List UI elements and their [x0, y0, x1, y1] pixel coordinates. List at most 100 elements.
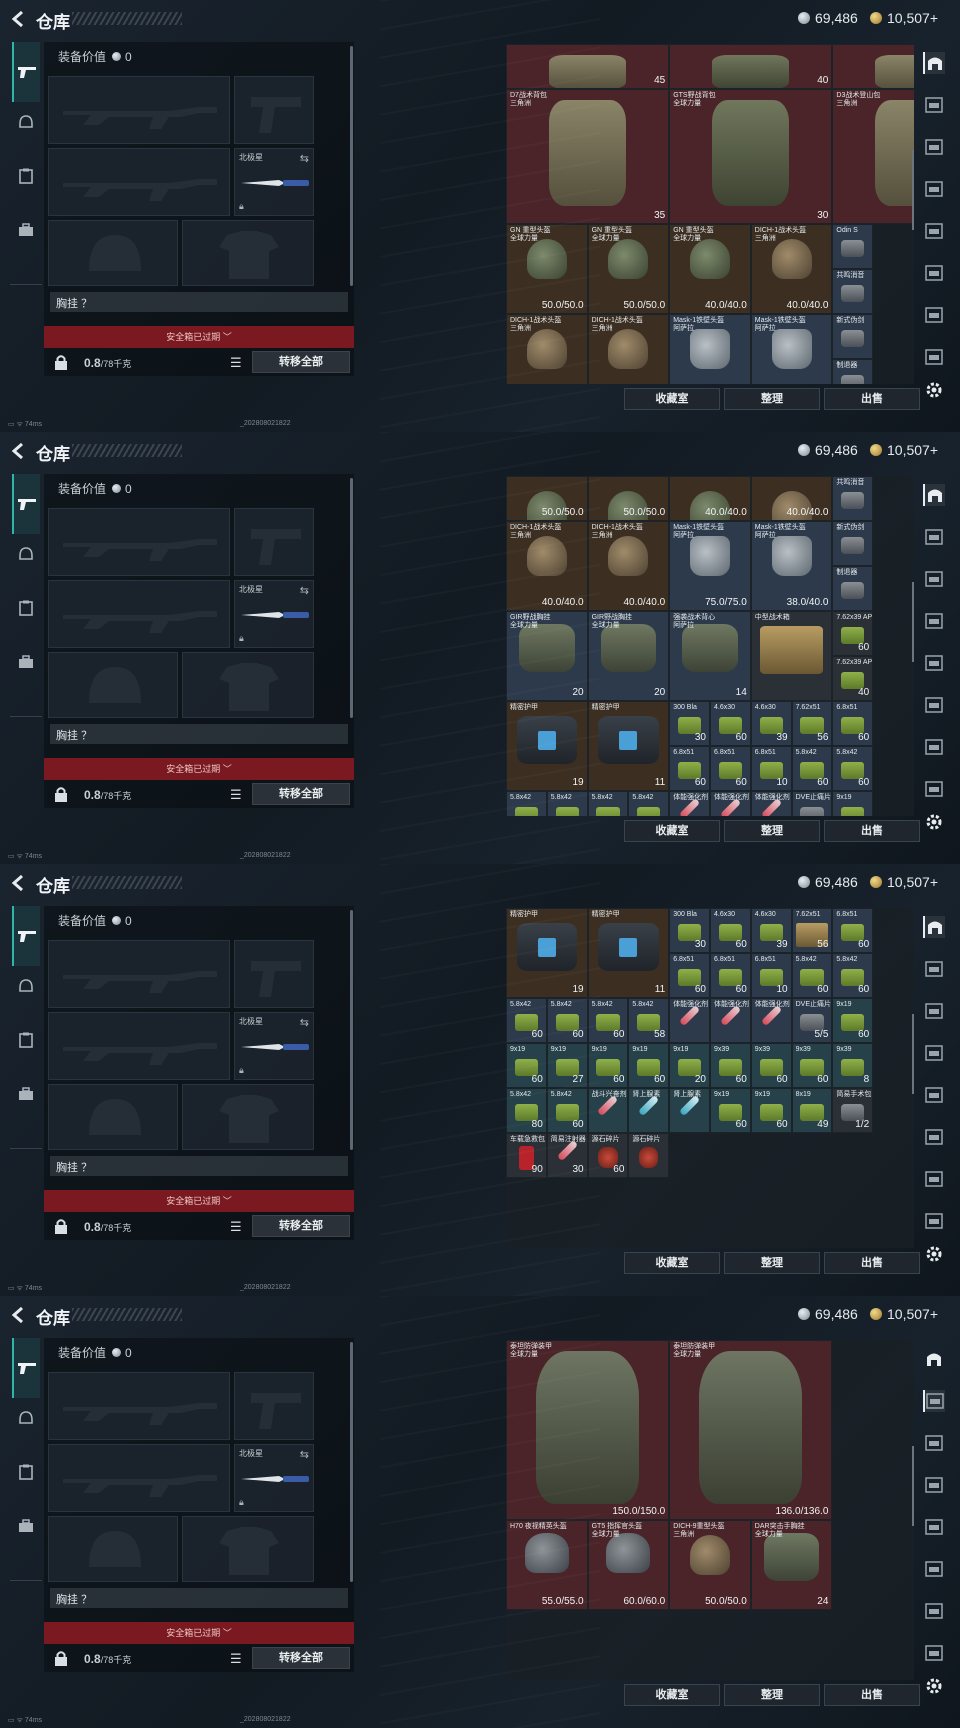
inventory-item[interactable]: 5.8x42 60	[791, 953, 833, 998]
inventory-tab-icon[interactable]	[923, 568, 945, 590]
sell-button[interactable]: 出售	[824, 1252, 920, 1274]
inventory-item[interactable]: 5.8x42 80	[506, 1088, 547, 1133]
inventory-item[interactable]: 肾上腺素	[669, 1088, 710, 1133]
collection-button[interactable]: 收藏室	[624, 1252, 720, 1274]
inventory-item[interactable]: 9x19	[832, 791, 874, 816]
tab-gear[interactable]	[12, 108, 40, 136]
gold-currency[interactable]: 10,507+	[870, 874, 938, 890]
equipment-scrollbar[interactable]	[350, 1342, 353, 1582]
transfer-all-button[interactable]: 转移全部	[252, 1215, 350, 1237]
chest-rig-slot[interactable]: 胸挂 ？	[50, 1156, 348, 1176]
transfer-all-button[interactable]: 转移全部	[252, 783, 350, 805]
inventory-item[interactable]: 共鸣消音	[832, 476, 874, 521]
inventory-tab-icon[interactable]	[923, 736, 945, 758]
collection-button[interactable]: 收藏室	[624, 820, 720, 842]
chest-rig-slot[interactable]: 胸挂 ？	[50, 292, 348, 312]
armor-slot[interactable]	[182, 220, 314, 286]
inventory-item[interactable]: 5.8x42	[546, 791, 588, 816]
gear-icon[interactable]	[924, 812, 944, 832]
inventory-item[interactable]: 精密护甲 11	[587, 908, 670, 998]
inventory-item[interactable]: DICH-1战术头盔 三角洲 40.0/40.0	[587, 521, 670, 611]
inventory-item[interactable]: 精密护甲 11	[587, 701, 670, 791]
inventory-item[interactable]: 5.8x42 60	[546, 1088, 588, 1133]
inventory-tab-icon[interactable]	[923, 220, 945, 242]
inventory-item[interactable]: 5.8x42 60	[546, 998, 588, 1043]
primary-weapon-slot[interactable]	[48, 508, 230, 576]
inventory-item[interactable]: 9x39 8	[832, 1043, 874, 1088]
safe-box-expired-banner[interactable]: 安全箱已过期 ﹀	[44, 1622, 354, 1644]
inventory-item[interactable]: 新式伪剑	[832, 521, 874, 566]
sell-button[interactable]: 出售	[824, 388, 920, 410]
secondary-weapon-slot[interactable]	[48, 1444, 230, 1512]
tab-supplies[interactable]	[12, 1458, 40, 1486]
inventory-item[interactable]: Mask-1铁壁头盔 阿萨拉 38.0/40.0	[750, 521, 833, 611]
tab-weapons[interactable]	[12, 474, 40, 534]
gold-currency[interactable]: 10,507+	[870, 10, 938, 26]
helmet-slot[interactable]	[48, 652, 178, 718]
inventory-item[interactable]: 共鸣消音	[832, 269, 874, 314]
grid-scrollbar[interactable]	[912, 150, 914, 230]
inventory-tab-icon[interactable]	[923, 1474, 945, 1496]
list-icon[interactable]: ☰	[230, 787, 242, 803]
inventory-item[interactable]: 源石碎片 60	[587, 1133, 629, 1178]
inventory-item[interactable]: 精密护甲 19	[506, 701, 588, 791]
collection-button[interactable]: 收藏室	[624, 1684, 720, 1706]
lock-icon[interactable]	[54, 1650, 68, 1666]
inventory-item[interactable]: 简易注射器 30	[546, 1133, 588, 1178]
inventory-item[interactable]: 7.62x39 AP 60	[832, 611, 874, 656]
inventory-item[interactable]: 9x19 60	[832, 998, 874, 1043]
tab-cases[interactable]	[12, 1080, 40, 1108]
inventory-item[interactable]: 4.6x30 39	[750, 908, 792, 953]
inventory-item[interactable]: Mask-1铁壁头盔 阿萨拉 75.0/75.0	[669, 521, 751, 611]
inventory-item[interactable]: GN 重型头盔 全球力量 50.0/50.0	[506, 224, 588, 314]
inventory-item[interactable]: DICH-1战术头盔 三角洲 40.0/40.0	[506, 521, 588, 611]
inventory-item[interactable]: 50.0/50.0	[506, 476, 588, 521]
inventory-tab-icon[interactable]	[923, 1126, 945, 1148]
inventory-item[interactable]: 40	[832, 44, 914, 89]
inventory-tab-icon[interactable]	[923, 262, 945, 284]
inventory-item[interactable]: 9x39 60	[750, 1043, 792, 1088]
inventory-item[interactable]: 4.6x30 60	[710, 701, 751, 746]
safe-box-expired-banner[interactable]: 安全箱已过期 ﹀	[44, 326, 354, 348]
inventory-item[interactable]: 泰坦防弹装甲 全球力量 136.0/136.0	[669, 1340, 833, 1520]
melee-slot[interactable]: 北极星 ⇆ 🔒︎	[234, 580, 314, 648]
inventory-tab-icon[interactable]	[923, 610, 945, 632]
primary-weapon-slot[interactable]	[48, 76, 230, 144]
inventory-item[interactable]: 6.8x51 10	[750, 746, 792, 791]
lock-icon[interactable]	[54, 354, 68, 370]
lock-icon[interactable]	[54, 1218, 68, 1234]
inventory-item[interactable]: 战斗兴奋剂	[587, 1088, 629, 1133]
inventory-item[interactable]: 泰坦防弹装甲 全球力量 150.0/150.0	[506, 1340, 670, 1520]
sort-button[interactable]: 整理	[724, 1252, 820, 1274]
inventory-item[interactable]: 5.8x42 60	[506, 998, 547, 1043]
swap-icon[interactable]: ⇆	[300, 152, 309, 165]
tab-cases[interactable]	[12, 648, 40, 676]
secondary-weapon-slot[interactable]	[48, 1012, 230, 1080]
inventory-item[interactable]: 5.8x42 58	[628, 998, 670, 1043]
armor-slot[interactable]	[182, 1084, 314, 1150]
tab-supplies[interactable]	[12, 1026, 40, 1054]
inventory-item[interactable]: DVE止痛片	[791, 791, 833, 816]
inventory-item[interactable]: 体能强化剂	[750, 998, 792, 1043]
helmet-slot[interactable]	[48, 220, 178, 286]
inventory-tab-icon[interactable]	[923, 1042, 945, 1064]
grid-scrollbar[interactable]	[912, 1014, 914, 1094]
inventory-item[interactable]: 制退器	[832, 359, 874, 384]
inventory-tab-icon[interactable]	[923, 178, 945, 200]
inventory-item[interactable]: 8x19 49	[791, 1088, 833, 1133]
inventory-tab-icon[interactable]	[923, 1084, 945, 1106]
inventory-item[interactable]: 6.8x51 60	[710, 746, 751, 791]
sell-button[interactable]: 出售	[824, 1684, 920, 1706]
inventory-item[interactable]: D3战术登山包三角洲28	[832, 89, 914, 224]
inventory-item[interactable]: 体能强化剂	[750, 791, 792, 816]
inventory-item[interactable]: 9x19 60	[587, 1043, 629, 1088]
tab-cases[interactable]	[12, 1512, 40, 1540]
inventory-item[interactable]: 源石碎片	[628, 1133, 670, 1178]
gold-currency[interactable]: 10,507+	[870, 442, 938, 458]
inventory-item[interactable]: H70 夜视精英头盔 55.0/55.0	[506, 1520, 588, 1610]
inventory-item[interactable]: 300 Bla 30	[669, 908, 710, 953]
inventory-tab-icon[interactable]	[923, 1168, 945, 1190]
equipment-scrollbar[interactable]	[350, 46, 353, 286]
inventory-tab-icon[interactable]	[923, 1210, 945, 1232]
equipment-scrollbar[interactable]	[350, 910, 353, 1150]
